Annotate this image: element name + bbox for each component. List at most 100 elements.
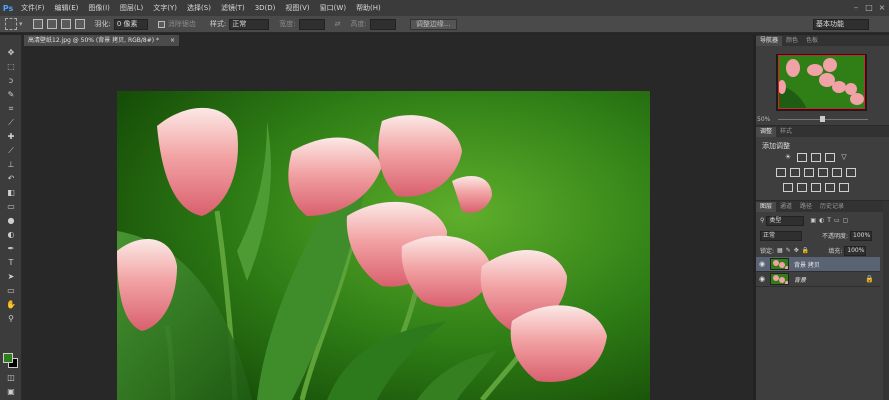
minimize-button[interactable]: – <box>850 0 862 16</box>
marquee-tool-icon[interactable]: ⬚ <box>3 61 19 73</box>
menu-view[interactable]: 视图(V) <box>280 0 314 16</box>
blend-mode-select[interactable]: 正常 <box>760 230 802 241</box>
menu-select[interactable]: 选择(S) <box>182 0 216 16</box>
menu-layer[interactable]: 图层(L) <box>115 0 148 16</box>
swap-icon[interactable]: ⇄ <box>335 20 341 28</box>
healing-brush-tool-icon[interactable]: ✚ <box>3 131 19 143</box>
menu-type[interactable]: 文字(Y) <box>148 0 182 16</box>
color-lookup-icon[interactable] <box>846 168 856 177</box>
height-input[interactable] <box>369 18 396 30</box>
tab-paths[interactable]: 路径 <box>796 202 816 212</box>
close-tab-icon[interactable]: × <box>170 35 175 46</box>
layer-name[interactable]: 背景 拷贝 <box>794 260 820 269</box>
curves-icon[interactable] <box>811 153 821 162</box>
eye-icon[interactable]: ◉ <box>756 275 768 283</box>
brightness-icon[interactable]: ☀ <box>783 153 793 162</box>
workspace-select[interactable]: 基本功能 <box>813 19 869 30</box>
foreground-color-swatch[interactable] <box>3 353 13 363</box>
layers-scrollbar[interactable] <box>883 201 889 400</box>
exposure-icon[interactable] <box>825 153 835 162</box>
style-select[interactable]: 正常 <box>229 18 270 30</box>
close-window-button[interactable]: × <box>876 0 888 16</box>
vibrance-icon[interactable]: ▽ <box>839 153 849 162</box>
gradient-tool-icon[interactable]: ▭ <box>3 201 19 213</box>
eye-icon[interactable]: ◉ <box>756 260 768 268</box>
width-input[interactable] <box>298 18 325 30</box>
marquee-tool-preset-icon[interactable] <box>5 18 17 30</box>
history-brush-tool-icon[interactable]: ↶ <box>3 173 19 185</box>
move-tool-icon[interactable]: ✥ <box>3 47 19 59</box>
color-balance-icon[interactable] <box>790 168 800 177</box>
clone-stamp-tool-icon[interactable]: ⊥ <box>3 159 19 171</box>
document-tab[interactable]: 高清壁纸12.jpg @ 50% (背景 拷贝, RGB/8#) * × <box>24 35 179 46</box>
opacity-input[interactable]: 100% <box>850 230 873 241</box>
fill-input[interactable]: 100% <box>844 245 867 256</box>
type-tool-icon[interactable]: T <box>3 257 19 269</box>
crop-tool-icon[interactable]: ⌗ <box>3 103 19 115</box>
tulip-photo[interactable] <box>117 91 650 400</box>
menu-help[interactable]: 帮助(H) <box>351 0 386 16</box>
add-selection-icon[interactable] <box>46 19 57 29</box>
tab-swatches[interactable]: 色板 <box>802 36 822 46</box>
navigator-preview[interactable] <box>776 54 867 111</box>
tab-navigator[interactable]: 导航器 <box>756 36 783 46</box>
black-white-icon[interactable] <box>804 168 814 177</box>
layer-row-background-copy[interactable]: ◉ 背景 拷贝 <box>756 257 880 272</box>
pen-tool-icon[interactable]: ✒ <box>3 243 19 255</box>
tab-styles[interactable]: 样式 <box>776 127 796 137</box>
antialias-checkbox[interactable] <box>157 20 165 28</box>
posterize-icon[interactable] <box>797 183 807 192</box>
dodge-tool-icon[interactable]: ◐ <box>3 229 19 241</box>
quick-mask-icon[interactable]: ◫ <box>3 372 19 384</box>
invert-icon[interactable] <box>783 183 793 192</box>
tab-color[interactable]: 颜色 <box>782 36 802 46</box>
subtract-selection-icon[interactable] <box>60 19 71 29</box>
hue-saturation-icon[interactable] <box>776 168 786 177</box>
layer-filter-icons[interactable]: ▣◐T▭▢ <box>810 217 851 224</box>
layer-kind-select[interactable]: 类型 <box>766 215 805 226</box>
lasso-tool-icon[interactable]: ↄ <box>3 75 19 87</box>
menu-image[interactable]: 图像(I) <box>83 0 115 16</box>
canvas-area[interactable] <box>22 46 753 400</box>
zoom-tool-icon[interactable]: ⚲ <box>3 313 19 325</box>
opacity-label: 不透明度: <box>822 233 849 240</box>
blur-tool-icon[interactable]: ● <box>3 215 19 227</box>
intersect-selection-icon[interactable] <box>74 19 85 29</box>
eraser-tool-icon[interactable]: ◧ <box>3 187 19 199</box>
selective-color-icon[interactable] <box>839 183 849 192</box>
levels-icon[interactable] <box>797 153 807 162</box>
tab-adjustments[interactable]: 调整 <box>756 127 777 137</box>
brush-tool-icon[interactable]: ⟋ <box>3 145 19 157</box>
lock-icons[interactable]: ▦✎✥🔒 <box>777 247 812 254</box>
adjustments-panel: 调整 样式 添加调整 ☀ ▽ <box>756 125 889 200</box>
hand-tool-icon[interactable]: ✋ <box>3 299 19 311</box>
menu-bar: Ps 文件(F) 编辑(E) 图像(I) 图层(L) 文字(Y) 选择(S) 滤… <box>0 0 889 16</box>
new-selection-icon[interactable] <box>32 19 43 29</box>
zoom-slider-handle[interactable] <box>820 116 825 122</box>
layers-tabs: 图层 通道 路径 历史记录 <box>756 201 889 212</box>
eyedropper-tool-icon[interactable]: ⟋ <box>3 117 19 129</box>
photo-filter-icon[interactable] <box>818 168 828 177</box>
layer-row-background[interactable]: ◉ 背景 🔒 <box>756 272 880 287</box>
screen-mode-icon[interactable]: ▣ <box>3 386 19 398</box>
gradient-map-icon[interactable] <box>825 183 835 192</box>
rectangle-tool-icon[interactable]: ▭ <box>3 285 19 297</box>
path-select-tool-icon[interactable]: ➤ <box>3 271 19 283</box>
tab-channels[interactable]: 通道 <box>776 202 796 212</box>
maximize-button[interactable]: □ <box>863 0 875 16</box>
tab-layers[interactable]: 图层 <box>756 202 777 212</box>
menu-3d[interactable]: 3D(D) <box>250 0 281 16</box>
menu-filter[interactable]: 滤镜(T) <box>216 0 250 16</box>
channel-mixer-icon[interactable] <box>832 168 842 177</box>
chevron-down-icon[interactable]: ▾ <box>19 20 23 28</box>
threshold-icon[interactable] <box>811 183 821 192</box>
feather-input[interactable]: 0 像素 <box>113 18 148 30</box>
quick-select-tool-icon[interactable]: ✎ <box>3 89 19 101</box>
tab-history[interactable]: 历史记录 <box>816 202 848 212</box>
menu-file[interactable]: 文件(F) <box>16 0 50 16</box>
refine-edge-button[interactable]: 调整边缘... <box>409 18 457 30</box>
layer-name[interactable]: 背景 <box>794 275 806 284</box>
zoom-value[interactable]: 50% <box>757 116 770 123</box>
menu-window[interactable]: 窗口(W) <box>315 0 351 16</box>
menu-edit[interactable]: 编辑(E) <box>50 0 84 16</box>
